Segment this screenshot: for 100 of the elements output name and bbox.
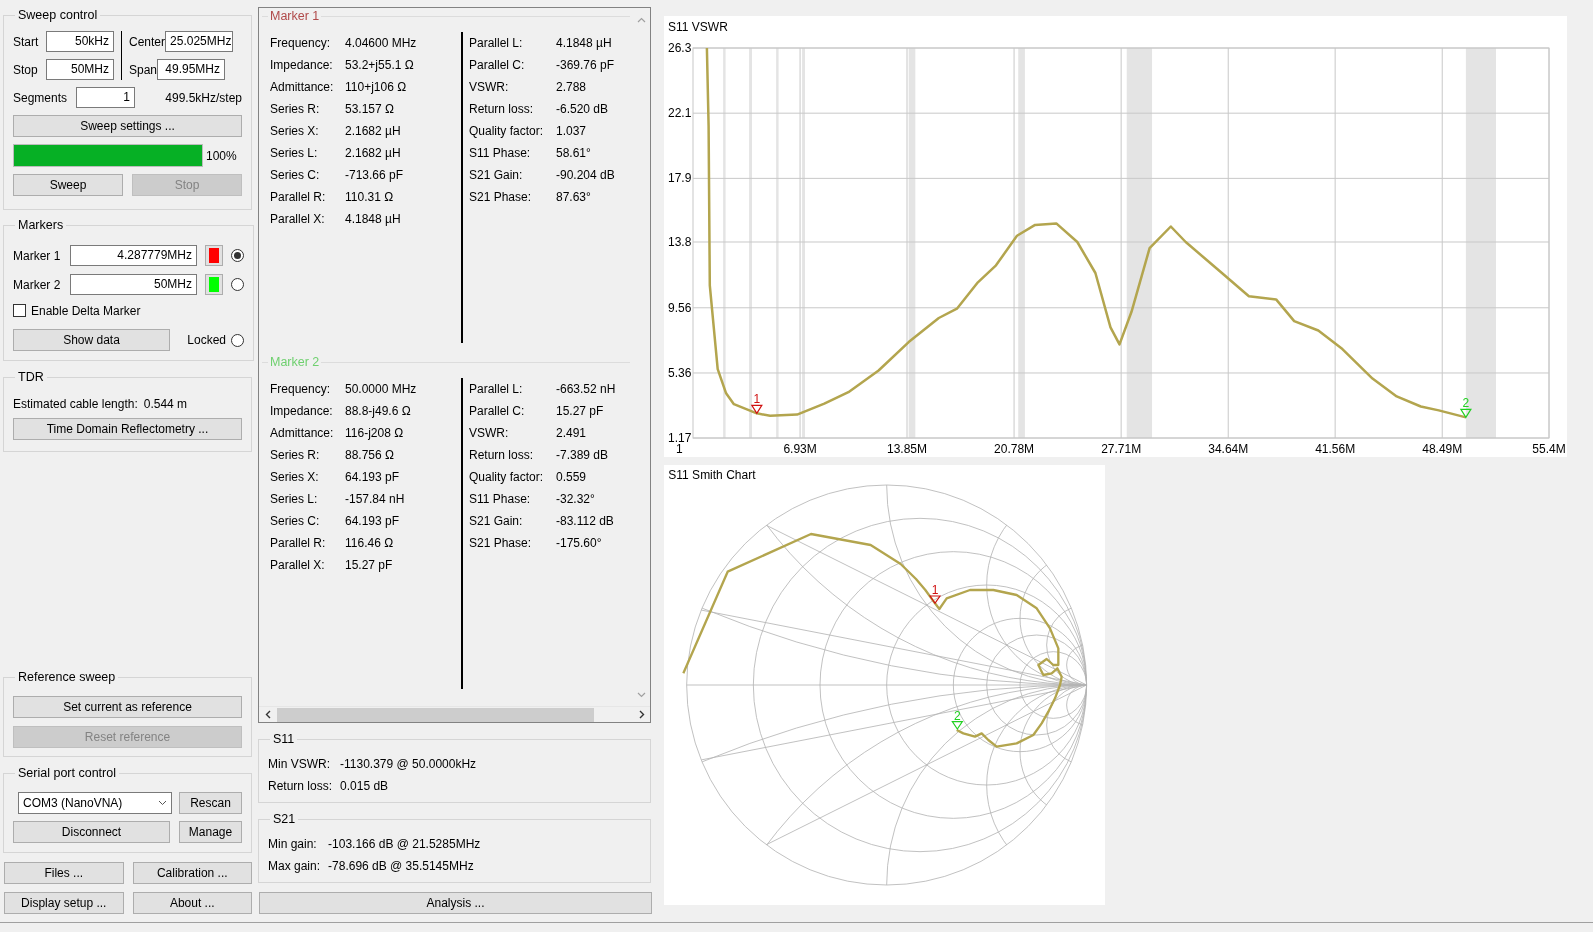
axis-tick-label: 26.3: [668, 41, 692, 55]
group-title: Reference sweep: [17, 670, 117, 685]
horizontal-scrollbar[interactable]: [259, 706, 650, 722]
data-value: 88.756 Ω: [345, 447, 394, 464]
marker-label: Marker 2: [13, 276, 62, 294]
data-label: Admittance:: [270, 79, 335, 96]
summary-label: Max gain:: [268, 858, 321, 875]
data-value: 2.1682 µH: [345, 145, 401, 162]
data-value: -83.112 dB: [556, 513, 614, 530]
data-label: Admittance:: [270, 425, 335, 442]
data-label: Frequency:: [270, 35, 332, 52]
scrollbar-thumb[interactable]: [277, 707, 594, 722]
data-value: 116.46 Ω: [345, 535, 394, 552]
data-label: Parallel L:: [469, 35, 524, 52]
data-label: Frequency:: [270, 381, 332, 398]
data-label: Impedance:: [270, 57, 334, 74]
data-label: Series C:: [270, 513, 321, 530]
group-title: S11: [272, 732, 296, 747]
axis-tick-label: 34.64M: [1208, 442, 1249, 456]
summary-label: Min gain:: [268, 836, 318, 853]
marker-title: Marker 2: [269, 355, 321, 370]
axis-tick-label: 20.78M: [994, 442, 1035, 456]
frequency-field[interactable]: 50MHz: [70, 274, 197, 295]
summary-value: 0.015 dB: [340, 778, 390, 795]
port-dropdown[interactable]: COM3 (NanoVNA): [18, 792, 172, 814]
radio-button[interactable]: [231, 333, 244, 347]
axis-tick-label: 6.93M: [783, 442, 817, 456]
set-reference-button[interactable]: Set current as reference: [13, 696, 242, 718]
data-value: 4.1848 µH: [345, 211, 401, 228]
data-label: Series R:: [270, 101, 321, 118]
marker-icon: [750, 404, 763, 415]
data-value: -6.520 dB: [556, 101, 609, 118]
input-field[interactable]: 50kHz: [46, 31, 114, 52]
data-value: -663.52 nH: [556, 381, 616, 398]
data-value: 110.31 Ω: [345, 189, 394, 206]
marker-icon: [1459, 408, 1472, 419]
tdr-button[interactable]: Time Domain Reflectometry ...: [13, 418, 242, 440]
sweep-button[interactable]: Sweep: [13, 174, 123, 196]
group-title: TDR: [17, 370, 45, 385]
color-swatch-button[interactable]: [205, 274, 223, 295]
data-label: VSWR:: [469, 79, 510, 96]
progress-reading: 100%: [206, 147, 237, 165]
axis-tick-label: 9.56: [668, 300, 692, 315]
input-field[interactable]: 50MHz: [46, 59, 114, 80]
data-label: Series C:: [270, 167, 321, 184]
marker-label: 2: [1462, 396, 1470, 411]
axis-tick-label: 17.9: [668, 171, 692, 186]
manage-button[interactable]: Manage: [179, 821, 242, 843]
frequency-field[interactable]: 4.287779MHz: [70, 245, 197, 266]
data-value: 2.491: [556, 425, 587, 442]
menu-button[interactable]: Calibration ...: [132, 862, 252, 884]
radio-button[interactable]: [231, 249, 244, 262]
menu-button[interactable]: Files ...: [4, 862, 124, 884]
marker-label: 1: [753, 392, 761, 407]
input-field[interactable]: 1: [76, 87, 135, 108]
menu-button[interactable]: Display setup ...: [4, 892, 124, 914]
show-data-button[interactable]: Show data: [13, 329, 170, 351]
data-value: -713.66 pF: [345, 167, 404, 184]
field-label: Stop: [13, 61, 39, 79]
rescan-button[interactable]: Rescan: [179, 792, 242, 814]
marker-label: Marker 1: [13, 247, 62, 265]
sweep-settings-button[interactable]: Sweep settings ...: [13, 115, 242, 137]
axis-tick-label: 22.1: [668, 106, 692, 121]
data-value: 2.788: [556, 79, 587, 96]
data-label: VSWR:: [469, 425, 510, 442]
data-value: 110+j106 Ω: [345, 79, 407, 96]
data-label: Parallel X:: [270, 211, 326, 228]
data-label: Series X:: [270, 123, 320, 140]
data-label: Series R:: [270, 447, 321, 464]
color-swatch-button[interactable]: [205, 245, 223, 266]
cable-length-label: Estimated cable length:: [13, 396, 138, 413]
data-value: 53.2+j55.1 Ω: [345, 57, 414, 74]
field-label: Start: [13, 33, 40, 51]
radio-button[interactable]: [231, 278, 244, 291]
data-value: 4.04600 MHz: [345, 35, 417, 52]
scroll-right-icon: [638, 710, 645, 719]
data-value: -90.204 dB: [556, 167, 615, 184]
summary-value: -78.696 dB @ 35.5145MHz: [328, 858, 475, 875]
chart-title: S11 VSWR: [668, 20, 728, 34]
axis-start-label: 1: [676, 442, 683, 456]
analysis-button[interactable]: Analysis ...: [259, 892, 652, 914]
data-label: Return loss:: [469, 101, 535, 118]
data-value: -7.389 dB: [556, 447, 609, 464]
radio-label: Locked: [187, 332, 226, 349]
axis-tick-label: 48.49M: [1422, 442, 1463, 456]
summary-label: Min VSWR:: [268, 756, 331, 773]
data-label: Impedance:: [270, 403, 334, 420]
field-label: Span: [129, 61, 158, 79]
menu-button[interactable]: About ...: [132, 892, 252, 914]
data-label: Return loss:: [469, 447, 535, 464]
disconnect-button[interactable]: Disconnect: [13, 821, 170, 843]
input-field[interactable]: 49.95MHz: [157, 59, 226, 80]
input-field[interactable]: 25.025MHz: [165, 31, 234, 52]
checkbox[interactable]: [13, 304, 26, 317]
data-value: -157.84 nH: [345, 491, 405, 508]
data-label: Series L:: [270, 145, 319, 162]
field-label: Center: [129, 33, 166, 51]
data-label: Parallel C:: [469, 57, 526, 74]
data-label: Parallel R:: [270, 535, 327, 552]
checkbox-label: Enable Delta Marker: [31, 302, 141, 320]
